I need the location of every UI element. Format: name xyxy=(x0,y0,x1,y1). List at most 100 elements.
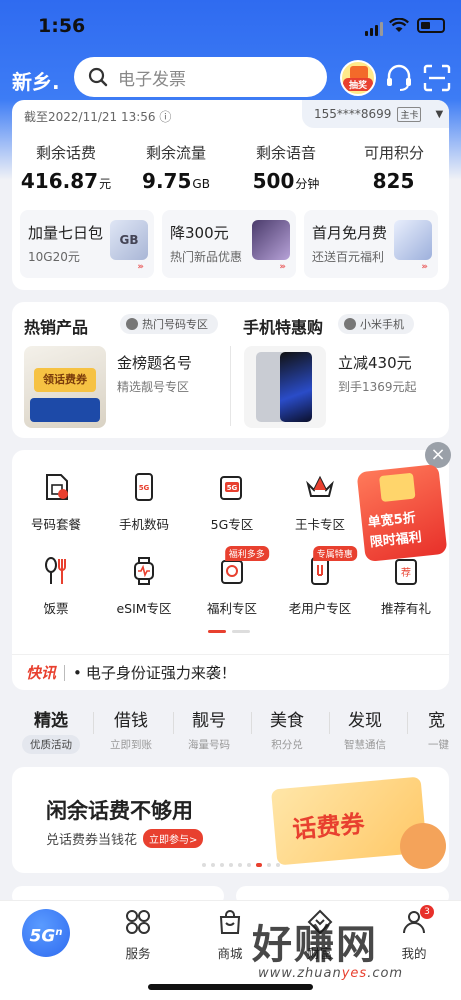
home-indicator[interactable] xyxy=(148,984,313,990)
grid-item-5g[interactable]: 5G 5G专区 xyxy=(192,472,272,533)
grid-item-label: 5G专区 xyxy=(210,517,254,532)
grid-item-phones[interactable]: 5G 手机数码 xyxy=(104,472,184,533)
coupon-thumb[interactable]: 领话费券 xyxy=(24,346,106,428)
battery-icon xyxy=(417,18,445,33)
product-sub: 到手1369元起 xyxy=(338,380,417,394)
search-placeholder: 电子发票 xyxy=(118,69,186,90)
tab-loan[interactable]: 借钱 立即到账 xyxy=(88,706,174,752)
news-text: 电子身份证强力来袭！ xyxy=(85,664,236,682)
svg-text:5G: 5G xyxy=(227,484,238,492)
grid-item-old-user[interactable]: 专属特惠 老用户专区 xyxy=(280,546,360,617)
tab-broadband[interactable]: 宽 一键 xyxy=(398,706,461,752)
grid-item-number-plan[interactable]: 号码套餐 xyxy=(16,472,96,533)
nav-mall[interactable]: 商城 xyxy=(200,909,260,962)
news-ticker[interactable]: 快讯 • 电子身份证强力来袭！ xyxy=(12,654,449,690)
promo-free-month[interactable]: 首月免月费 还送百元福利 ››› xyxy=(304,210,438,278)
search-bar[interactable]: 电子发票 xyxy=(74,57,327,97)
banner-title: 闲余话费不够用 xyxy=(46,799,193,823)
banner-indicator xyxy=(202,863,280,867)
tab-discover[interactable]: 发现 智慧通信 xyxy=(322,706,408,752)
hot-products-card: 热销产品 热门号码专区 手机特惠购 小米手机 领话费券 金榜题名号 精选靓号专区… xyxy=(12,302,449,438)
lottery-button[interactable]: 抽奖 xyxy=(340,60,376,96)
divider xyxy=(64,664,66,681)
grid-item-recommend[interactable]: 荐 推荐有礼 xyxy=(366,556,446,617)
promo-sub: 热门新品优惠 xyxy=(170,250,243,264)
stat-label: 剩余语音 xyxy=(255,144,316,162)
fire-icon xyxy=(126,318,138,330)
product-title[interactable]: 立减430元 xyxy=(338,352,412,373)
stat-points[interactable]: 可用积分 825 xyxy=(342,142,446,193)
hot-products-title: 热销产品 xyxy=(24,318,89,337)
stat-value: 9.75GB xyxy=(142,169,210,193)
grid-item-label: 手机数码 xyxy=(118,517,169,532)
join-button[interactable]: 立即参与> xyxy=(143,829,204,848)
promo-data-pack[interactable]: 加量七日包 10G20元 GB ››› xyxy=(20,210,154,278)
page-indicator xyxy=(208,630,250,633)
mascot-icon xyxy=(400,823,446,869)
promo-banner[interactable]: 闲余话费不够用 兑话费券当钱花 立即参与> 话费券 xyxy=(12,767,449,873)
search-icon xyxy=(88,67,108,87)
promo-title: 降300元 xyxy=(170,224,229,242)
promo-phone-discount[interactable]: 降300元 热门新品优惠 ››› xyxy=(162,210,296,278)
promo-sub: 10G20元 xyxy=(28,250,80,264)
scan-icon[interactable] xyxy=(422,63,452,93)
stat-label: 剩余话费 xyxy=(35,144,96,162)
svg-text:荐: 荐 xyxy=(401,567,411,579)
nav-label: 服务 xyxy=(125,946,151,961)
tab-sublabel: 海量号码 xyxy=(188,739,230,751)
5g-zone-icon: 5G xyxy=(220,476,242,500)
home-5g-button[interactable]: 5Gn xyxy=(22,909,70,957)
stat-label: 可用积分 xyxy=(363,144,424,162)
tab-label: 发现 xyxy=(348,711,382,731)
dropdown-caret-icon: ▼ xyxy=(435,108,444,120)
phone-thumb[interactable] xyxy=(244,346,326,428)
grid-item-king-card[interactable]: 王卡专区 xyxy=(280,472,360,533)
grid-item-label: 推荐有礼 xyxy=(380,601,431,616)
gb-pack-icon: GB xyxy=(110,220,148,260)
grid-item-meal-ticket[interactable]: 饭票 xyxy=(16,556,96,617)
chevrons-icon: ››› xyxy=(421,262,428,272)
grid-item-welfare[interactable]: 福利多多 福利专区 xyxy=(192,546,272,617)
phone-selector[interactable]: 155****8699 主卡 ▼ xyxy=(302,100,449,128)
account-card: 截至2022/11/21 13:56 ⓘ 155****8699 主卡 ▼ 剩余… xyxy=(12,100,449,290)
promo-sub: 还送百元福利 xyxy=(312,250,385,264)
lottery-label: 抽奖 xyxy=(343,78,373,91)
xiaomi-chip[interactable]: 小米手机 xyxy=(338,314,414,334)
grid-item-label: 王卡专区 xyxy=(294,517,345,532)
broadband-promo-badge[interactable]: 单宽5折 限时福利 xyxy=(356,463,448,563)
balance-timestamp: 截至2022/11/21 13:56 ⓘ xyxy=(24,110,172,124)
cellular-signal-icon xyxy=(365,22,383,36)
sim-card-icon xyxy=(46,474,68,500)
nav-profile[interactable]: 3 我的 xyxy=(384,905,444,962)
nav-label: 商城 xyxy=(217,946,243,961)
phone-deals-title: 手机特惠购 xyxy=(243,318,324,337)
stat-balance[interactable]: 剩余话费 416.87元 xyxy=(14,142,118,193)
stat-voice[interactable]: 剩余语音 500分钟 xyxy=(234,142,338,193)
grid-item-esim[interactable]: eSIM专区 xyxy=(104,556,184,617)
stat-value: 825 xyxy=(372,169,415,193)
main-card-tag: 主卡 xyxy=(397,106,422,122)
phone-number: 155****8699 xyxy=(314,107,392,121)
status-time: 1:56 xyxy=(38,15,86,37)
divider xyxy=(230,346,231,426)
city-selector[interactable]: 新乡. xyxy=(12,66,60,95)
services-icon xyxy=(126,910,150,934)
customer-service-icon[interactable] xyxy=(384,63,414,93)
stat-data[interactable]: 剩余流量 9.75GB xyxy=(124,142,228,193)
watermark-url: www.zhuanyes.com xyxy=(258,966,404,981)
product-title[interactable]: 金榜题名号 xyxy=(117,352,192,373)
smartwatch-icon xyxy=(134,557,154,585)
recommend-icon: 荐 xyxy=(395,559,417,585)
promo-line: 限时福利 xyxy=(369,530,423,551)
tab-numbers[interactable]: 靓号 海量号码 xyxy=(166,706,252,752)
tab-featured[interactable]: 精选 优质活动 xyxy=(8,706,94,754)
svg-text:5G: 5G xyxy=(139,484,150,492)
tab-food[interactable]: 美食 积分兑 xyxy=(244,706,330,752)
stat-label: 剩余流量 xyxy=(145,144,206,162)
thumb-label: 领话费券 xyxy=(34,368,96,392)
nav-services[interactable]: 服务 xyxy=(108,909,168,962)
hot-number-chip[interactable]: 热门号码专区 xyxy=(120,314,218,334)
status-bar: 1:56 xyxy=(0,0,461,52)
tab-label: 靓号 xyxy=(192,711,226,731)
stat-value: 500分钟 xyxy=(252,169,320,193)
